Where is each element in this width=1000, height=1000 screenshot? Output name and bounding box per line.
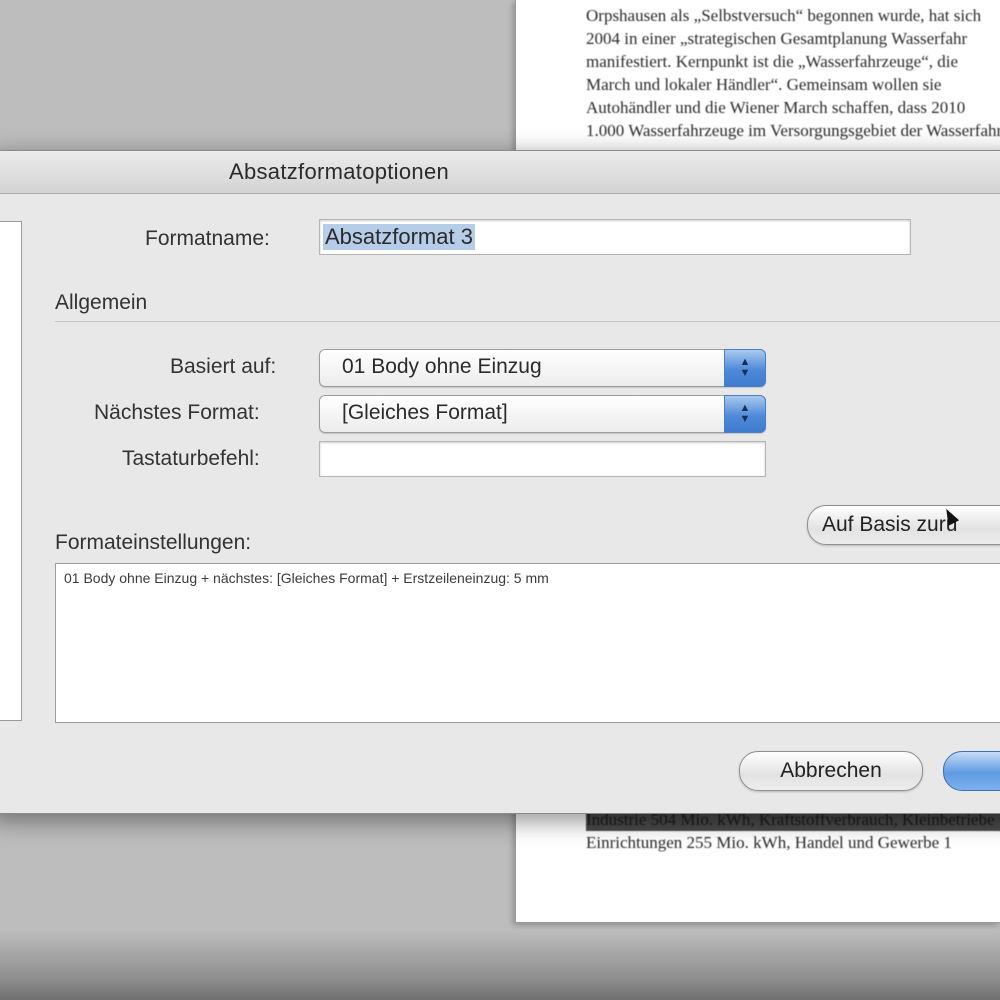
next-format-value: [Gleiches Format] xyxy=(342,401,508,424)
section-divider xyxy=(55,321,1000,322)
reset-to-base-button[interactable]: Auf Basis zurü xyxy=(807,505,1000,545)
format-name-selected-text: Absatzformat 3 xyxy=(323,224,475,250)
document-text-top: Orpshausen als „Selbstversuch“ begonnen … xyxy=(586,4,1000,142)
paragraph-style-options-dialog: Absatzformatoptionen Formatname: Absatzf… xyxy=(0,150,1000,814)
format-settings-text: 01 Body ohne Einzug + nächstes: [Gleiche… xyxy=(64,570,549,586)
document-line: Orpshausen als „Selbstversuch“ begonnen … xyxy=(586,6,982,25)
next-format-select[interactable]: [Gleiches Format] ▲ ▼ xyxy=(319,395,766,433)
document-line: March und lokaler Händler“. Gemeinsam wo… xyxy=(586,75,942,94)
document-line: 2004 in einer „strategischen Gesamtplanu… xyxy=(586,29,968,48)
updown-arrows-icon: ▲ ▼ xyxy=(724,395,766,433)
based-on-label: Basiert auf: xyxy=(170,355,277,378)
cancel-button[interactable]: Abbrechen xyxy=(739,751,923,791)
section-general-title: Allgemein xyxy=(55,291,148,314)
dialog-title: Absatzformatoptionen xyxy=(229,159,450,184)
based-on-value: 01 Body ohne Einzug xyxy=(342,355,542,378)
updown-arrows-icon: ▲ ▼ xyxy=(724,349,766,387)
format-name-label: Formatname: xyxy=(145,227,270,250)
format-settings-box[interactable]: 01 Body ohne Einzug + nächstes: [Gleiche… xyxy=(55,563,1000,723)
category-list[interactable] xyxy=(0,221,22,721)
document-line: Autohändler und die Wiener March schaffe… xyxy=(586,98,966,117)
next-format-label: Nächstes Format: xyxy=(94,401,260,424)
format-settings-label: Formateinstellungen: xyxy=(55,531,252,554)
document-text-bottom: Industrie 504 Mio. kWh, Kraftstoffverbra… xyxy=(586,808,1000,854)
document-line: manifestiert. Kernpunkt ist die „Wasserf… xyxy=(586,52,959,71)
ok-button[interactable] xyxy=(943,751,1000,791)
shortcut-input[interactable] xyxy=(319,441,766,477)
shortcut-label: Tastaturbefehl: xyxy=(122,447,260,470)
based-on-select[interactable]: 01 Body ohne Einzug ▲ ▼ xyxy=(319,349,766,387)
document-line: Einrichtungen 255 Mio. kWh, Handel und G… xyxy=(586,833,952,852)
dialog-titlebar[interactable]: Absatzformatoptionen xyxy=(0,151,1000,194)
format-name-input[interactable]: Absatzformat 3 xyxy=(319,219,911,255)
document-line: 1.000 Wasserfahrzeuge im Versorgungsgebi… xyxy=(586,121,1000,140)
desktop-bottom-shade xyxy=(0,930,1000,1000)
